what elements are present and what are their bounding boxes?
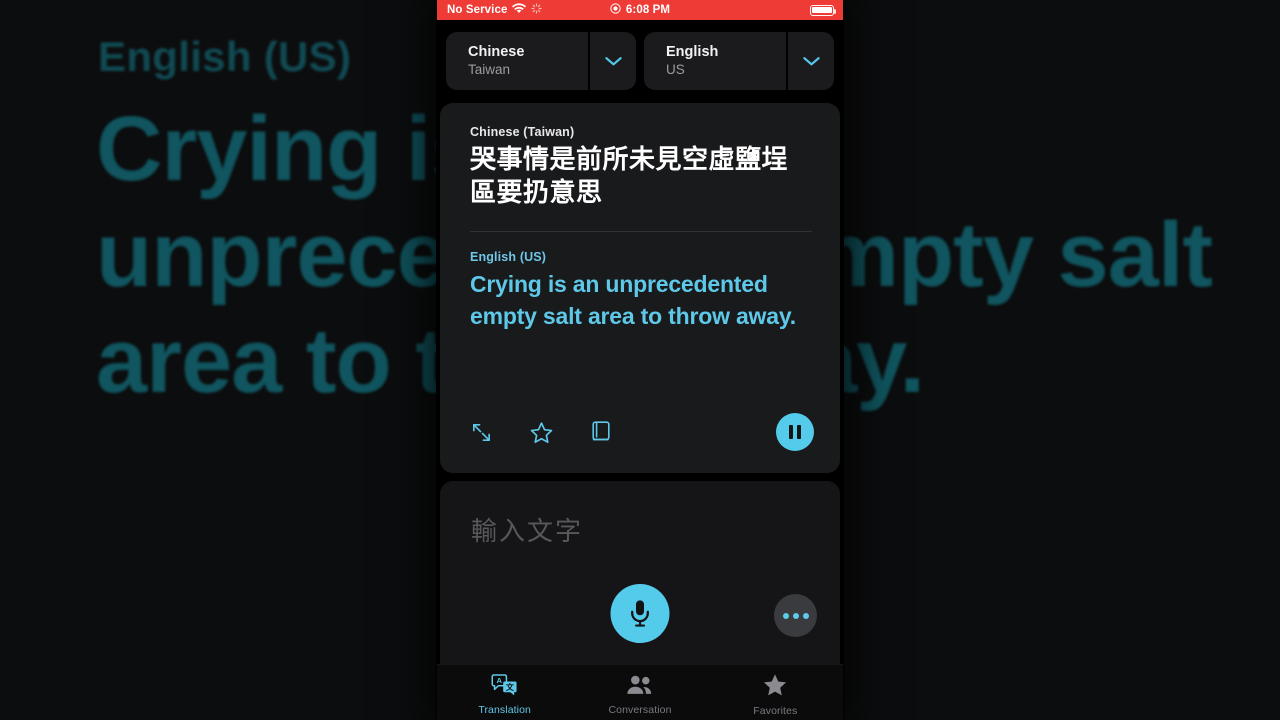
language-bar: Chinese Taiwan English US <box>437 20 843 100</box>
activity-spinner-icon <box>531 3 543 17</box>
status-bar-time: 6:08 PM <box>625 4 671 16</box>
tab-favorites-label: Favorites <box>753 704 798 717</box>
text-input-placeholder[interactable]: 輸入文字 <box>471 511 840 548</box>
tab-translation[interactable]: A 文 Translation <box>437 665 572 720</box>
target-chevron-down-icon[interactable] <box>786 32 834 90</box>
more-dot-3 <box>802 612 809 619</box>
target-language-selector[interactable]: English US <box>644 32 834 90</box>
more-dot-1 <box>782 612 789 619</box>
status-bar-right <box>810 4 843 16</box>
tab-bar: A 文 Translation Conversation Favorites <box>437 664 843 720</box>
source-chevron-down-icon[interactable] <box>588 32 636 90</box>
target-text-label: English (US) <box>470 250 547 264</box>
tab-conversation-label: Conversation <box>608 703 672 716</box>
phone-screen: No Service 6:08 PM Chinese Taiwan Englis… <box>437 0 843 720</box>
source-language-region: Taiwan <box>468 62 511 77</box>
tab-translation-label: Translation <box>478 703 531 716</box>
star-filled-icon <box>762 673 788 702</box>
translation-bubbles-icon: A 文 <box>491 673 518 701</box>
carrier-label: No Service <box>447 4 508 16</box>
source-text[interactable]: 哭事情是前所未見空虛鹽埕區要扔意思 <box>470 144 812 210</box>
wifi-icon <box>512 3 527 17</box>
target-language-region: US <box>666 62 685 77</box>
more-options-button[interactable] <box>774 594 817 637</box>
expand-icon[interactable] <box>470 421 493 444</box>
recording-indicator-icon <box>610 3 621 17</box>
source-language-name: Chinese <box>468 44 525 60</box>
card-action-row <box>470 413 814 451</box>
translation-card: Chinese (Taiwan) 哭事情是前所未見空虛鹽埕區要扔意思 Engli… <box>440 103 840 473</box>
target-text[interactable]: Crying is an unprecedented empty salt ar… <box>470 268 810 332</box>
pause-icon-bar-left <box>789 425 793 439</box>
pause-button[interactable] <box>776 413 814 451</box>
svg-text:文: 文 <box>506 681 515 691</box>
people-icon <box>626 674 654 701</box>
source-language-selector[interactable]: Chinese Taiwan <box>446 32 636 90</box>
microphone-button[interactable] <box>610 584 670 643</box>
book-icon[interactable] <box>590 420 612 444</box>
text-input-panel[interactable]: 輸入文字 <box>440 481 840 676</box>
star-icon[interactable] <box>529 420 554 445</box>
svg-text:A: A <box>497 676 503 685</box>
tab-conversation[interactable]: Conversation <box>572 665 707 720</box>
target-language-name: English <box>666 44 719 60</box>
card-divider <box>470 231 812 232</box>
screenshot-root: English (US) Crying is unprecedented emp… <box>0 0 1280 720</box>
pause-icon-bar-right <box>797 425 801 439</box>
battery-full-icon <box>810 4 837 16</box>
status-bar-left: No Service <box>437 3 543 17</box>
tab-favorites[interactable]: Favorites <box>708 665 843 720</box>
more-dot-2 <box>792 612 799 619</box>
source-text-label: Chinese (Taiwan) <box>470 125 575 139</box>
source-language-text: Chinese Taiwan <box>446 32 588 90</box>
background-language-label: English (US) <box>98 33 352 80</box>
status-bar: No Service 6:08 PM <box>437 0 843 20</box>
target-language-text: English US <box>644 32 786 90</box>
